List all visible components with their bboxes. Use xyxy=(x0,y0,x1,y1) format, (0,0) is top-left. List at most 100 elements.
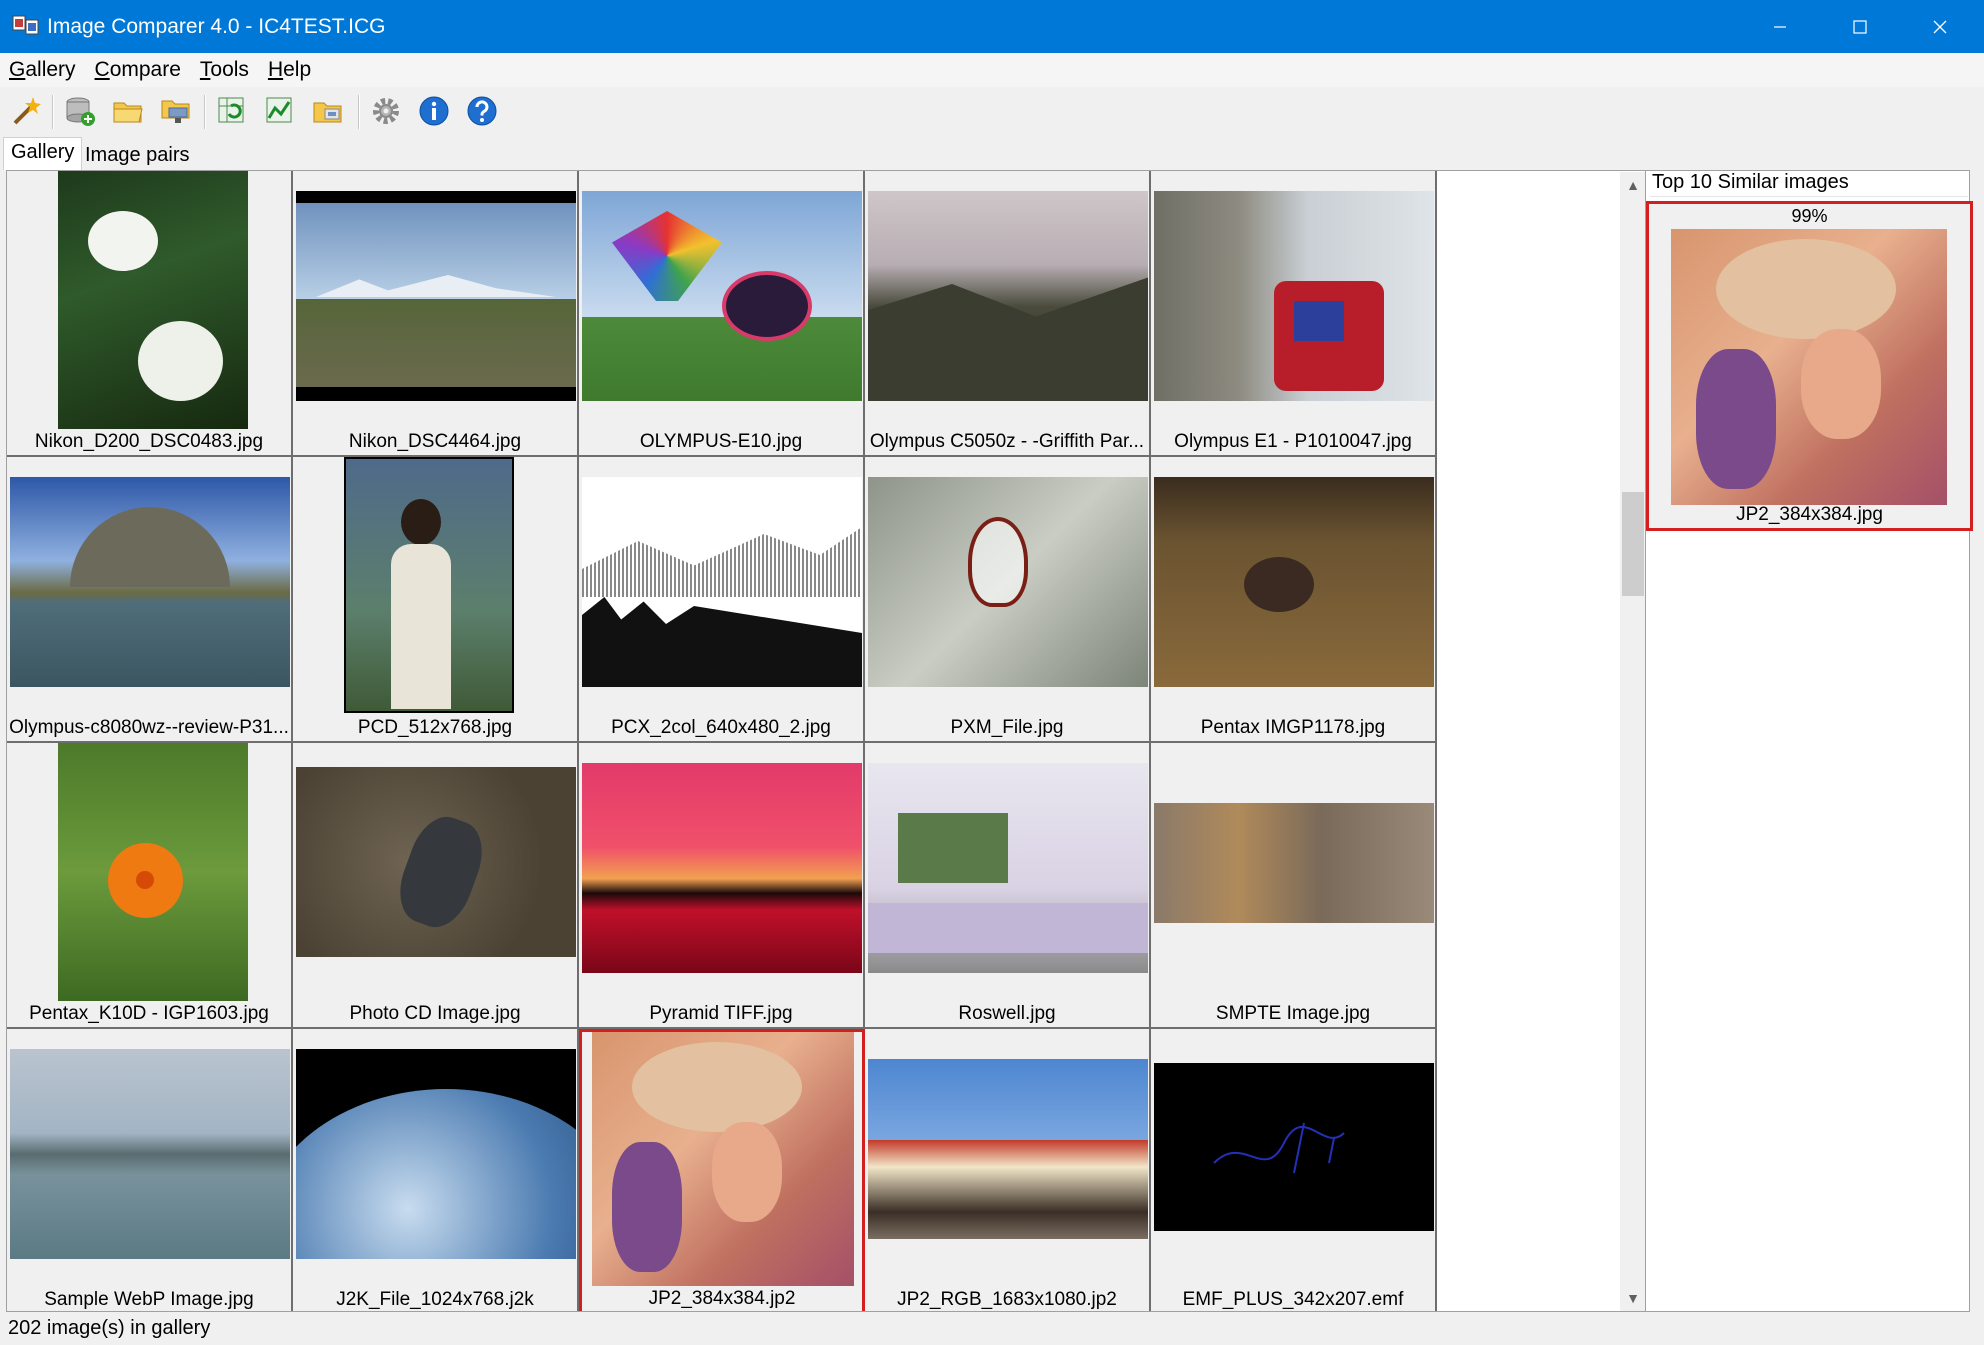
thumbnail-card[interactable]: Olympus C5050z - -Griffith Par... xyxy=(865,171,1151,457)
settings-button[interactable] xyxy=(366,91,406,131)
gear-icon xyxy=(373,98,399,124)
tab-image-pairs[interactable]: Image pairs xyxy=(78,141,197,172)
thumbnail-image xyxy=(58,171,248,429)
thumbnail-image xyxy=(58,743,248,1001)
menu-compare-label: ompare xyxy=(109,58,181,81)
tab-gallery[interactable]: Gallery xyxy=(3,137,83,170)
thumbnail-image xyxy=(10,477,290,687)
compare-chart-button[interactable] xyxy=(260,91,300,131)
folder-network-button[interactable] xyxy=(156,91,196,131)
folder-network-icon xyxy=(161,100,190,123)
thumbnail-card[interactable]: PCX_2col_640x480_2.jpg xyxy=(579,457,865,743)
menu-gallery[interactable]: Gallery xyxy=(6,56,79,84)
chart-compare-icon xyxy=(266,97,292,123)
refresh-button[interactable] xyxy=(212,91,252,131)
thumbnail-label: Nikon_DSC4464.jpg xyxy=(348,431,522,452)
tab-strip: Gallery Image pairs xyxy=(0,137,1984,170)
thumbnail-card[interactable]: SMPTE Image.jpg xyxy=(1151,743,1437,1029)
menu-gallery-label: allery xyxy=(25,58,76,81)
menu-tools-mnemonic: T xyxy=(199,58,211,81)
thumbnail-image xyxy=(592,1032,854,1286)
thumbnail-card[interactable]: Olympus E1 - P1010047.jpg xyxy=(1151,171,1437,457)
thumbnail-label: J2K_File_1024x768.j2k xyxy=(336,1289,534,1310)
menu-compare[interactable]: Compare xyxy=(92,56,184,84)
similar-image-label: JP2_384x384.jpg xyxy=(1736,504,1883,525)
open-folder-button[interactable] xyxy=(108,91,148,131)
thumbnail-image xyxy=(582,477,862,687)
title-bar: Image Comparer 4.0 - IC4TEST.ICG xyxy=(0,0,1984,53)
thumbnail-card[interactable]: Sample WebP Image.jpg xyxy=(7,1029,293,1311)
info-button[interactable] xyxy=(414,91,454,131)
thumbnail-card[interactable]: Olympus-c8080wz--review-P31... xyxy=(7,457,293,743)
close-button[interactable] xyxy=(1900,0,1980,53)
thumbnail-label: Pyramid TIFF.jpg xyxy=(649,1003,793,1024)
thumbnail-card[interactable]: EMF_PLUS_342x207.emf xyxy=(1151,1029,1437,1311)
thumbnail-label: Photo CD Image.jpg xyxy=(349,1003,521,1024)
thumbnail-card[interactable]: Roswell.jpg xyxy=(865,743,1151,1029)
thumbnail-image xyxy=(868,191,1148,401)
thumbnail-image xyxy=(344,457,514,713)
menu-help-label: elp xyxy=(283,58,312,81)
menu-tools[interactable]: Tools xyxy=(197,56,252,84)
thumbnail-card[interactable]: J2K_File_1024x768.j2k xyxy=(293,1029,579,1311)
thumbnail-card[interactable]: PCD_512x768.jpg xyxy=(293,457,579,743)
thumbnail-label: JP2_RGB_1683x1080.jp2 xyxy=(897,1289,1117,1310)
thumbnail-label: OLYMPUS-E10.jpg xyxy=(639,431,803,452)
thumbnail-image xyxy=(10,1049,290,1259)
window-title: Image Comparer 4.0 - IC4TEST.ICG xyxy=(47,15,386,38)
thumbnail-card[interactable]: JP2_RGB_1683x1080.jp2 xyxy=(865,1029,1151,1311)
menu-help[interactable]: Help xyxy=(265,56,314,84)
scroll-down-icon[interactable]: ▼ xyxy=(1620,1285,1645,1311)
help-button[interactable] xyxy=(462,91,502,131)
new-comparison-button[interactable] xyxy=(6,91,46,131)
scroll-up-icon[interactable]: ▲ xyxy=(1620,172,1645,198)
menu-help-mnemonic: H xyxy=(267,58,284,81)
thumbnail-image xyxy=(582,763,862,973)
thumbnail-card[interactable]: Nikon_D200_DSC0483.jpg xyxy=(7,171,293,457)
magic-wand-icon xyxy=(13,97,41,125)
thumbnail-label: Pentax_K10D - IGP1603.jpg xyxy=(29,1003,269,1024)
similar-images-panel: Top 10 Similar images 99% JP2_384x384.jp… xyxy=(1645,170,1973,1312)
menu-tools-label: ools xyxy=(210,58,249,81)
thumbnail-label: Roswell.jpg xyxy=(958,1003,1056,1024)
folder-files-icon xyxy=(313,102,342,123)
thumbnail-image xyxy=(296,767,576,957)
gallery-scrollbar[interactable]: ▲ ▼ xyxy=(1620,172,1645,1311)
thumbnail-image xyxy=(296,1049,576,1259)
thumbnail-image xyxy=(868,477,1148,687)
thumbnail-image xyxy=(1154,191,1434,401)
thumbnail-image xyxy=(1154,1063,1434,1231)
open-folder-icon xyxy=(113,102,143,123)
thumbnail-card[interactable]: PXM_File.jpg xyxy=(865,457,1151,743)
similarity-percent: 99% xyxy=(1791,206,1828,226)
gallery-panel: Nikon_D200_DSC0483.jpg Nikon_DSC4464.jpg… xyxy=(6,170,1646,1312)
thumbnail-label: PXM_File.jpg xyxy=(950,717,1064,738)
thumbnail-image xyxy=(582,191,862,401)
add-database-button[interactable] xyxy=(60,91,100,131)
folder-files-button[interactable] xyxy=(308,91,348,131)
thumbnail-label: SMPTE Image.jpg xyxy=(1215,1003,1371,1024)
thumbnail-card[interactable]: Pentax_K10D - IGP1603.jpg xyxy=(7,743,293,1029)
thumbnail-image xyxy=(296,191,576,401)
maximize-icon xyxy=(1853,19,1867,34)
thumbnail-card-selected[interactable]: JP2_384x384.jp2 xyxy=(579,1029,865,1311)
thumbnail-label: Olympus E1 - P1010047.jpg xyxy=(1174,431,1412,452)
scrollbar-thumb[interactable] xyxy=(1622,492,1644,596)
thumbnail-card[interactable]: Photo CD Image.jpg xyxy=(293,743,579,1029)
thumbnail-card[interactable]: Pyramid TIFF.jpg xyxy=(579,743,865,1029)
thumbnail-image xyxy=(1154,803,1434,923)
maximize-button[interactable] xyxy=(1820,0,1900,53)
thumbnail-label: Pentax IMGP1178.jpg xyxy=(1200,717,1386,738)
thumbnail-card[interactable]: OLYMPUS-E10.jpg xyxy=(579,171,865,457)
minimize-button[interactable] xyxy=(1740,0,1820,53)
thumbnail-card[interactable]: Nikon_DSC4464.jpg xyxy=(293,171,579,457)
menu-compare-mnemonic: C xyxy=(94,58,110,81)
app-icon xyxy=(12,15,39,35)
thumbnail-label: JP2_384x384.jp2 xyxy=(648,1288,796,1309)
thumbnail-image xyxy=(868,1059,1148,1239)
similar-image-card[interactable]: 99% JP2_384x384.jpg xyxy=(1646,201,1973,531)
thumbnail-label: EMF_PLUS_342x207.emf xyxy=(1182,1289,1404,1310)
thumbnail-card[interactable]: Pentax IMGP1178.jpg xyxy=(1151,457,1437,743)
thumbnail-label: PCX_2col_640x480_2.jpg xyxy=(611,717,831,738)
close-icon xyxy=(1933,20,1947,33)
